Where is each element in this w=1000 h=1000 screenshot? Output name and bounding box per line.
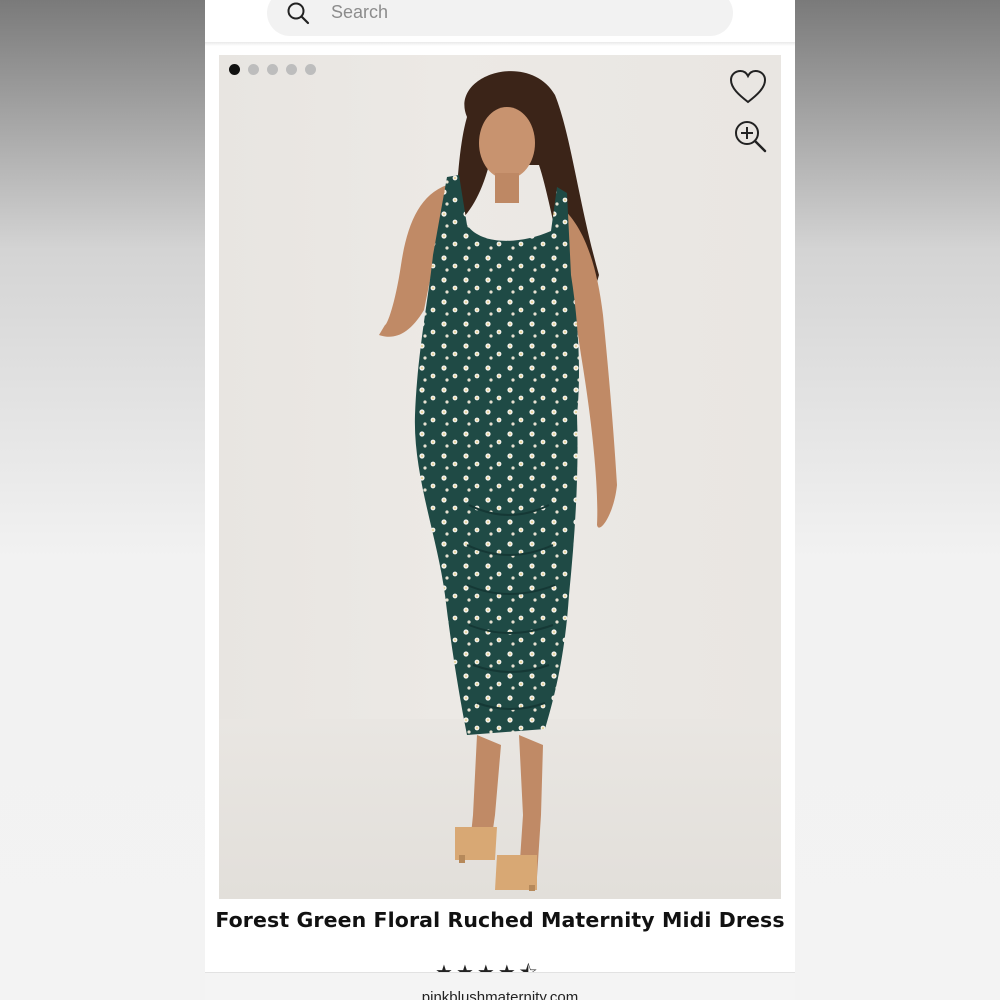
heart-icon[interactable] <box>729 69 767 105</box>
pagination-dot[interactable] <box>305 64 316 75</box>
product-title: Forest Green Floral Ruched Maternity Mid… <box>215 908 785 932</box>
left-background <box>0 0 205 1000</box>
search-icon[interactable] <box>285 0 311 26</box>
image-pagination <box>229 64 316 75</box>
pagination-dot[interactable] <box>267 64 278 75</box>
right-background <box>795 0 1000 1000</box>
pagination-dot[interactable] <box>229 64 240 75</box>
address-url[interactable]: pinkblushmaternity.com <box>205 989 795 1000</box>
search-input[interactable]: Search <box>331 2 388 23</box>
browser-address-bar[interactable]: pinkblushmaternity.com <box>205 972 795 1000</box>
zoom-in-icon[interactable] <box>733 119 769 155</box>
pagination-dot[interactable] <box>248 64 259 75</box>
pagination-dot[interactable] <box>286 64 297 75</box>
model-photo <box>379 71 617 891</box>
phone-screen: Search Forest Green Floral Ruched Matern… <box>205 0 795 1000</box>
search-bar[interactable]: Search <box>267 0 733 36</box>
header-divider <box>205 42 795 46</box>
product-image[interactable] <box>219 55 781 899</box>
